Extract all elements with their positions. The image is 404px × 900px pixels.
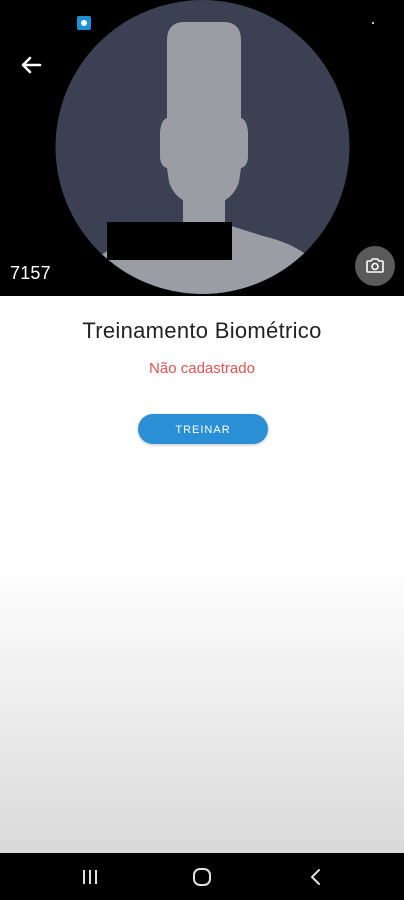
recents-icon <box>83 870 97 884</box>
back-button[interactable] <box>14 48 48 82</box>
person-silhouette-icon <box>55 0 350 294</box>
user-id-label: 7157 <box>10 263 51 283</box>
status-dot-icon <box>372 22 374 24</box>
home-icon <box>193 868 211 886</box>
profile-header: 7157 <box>0 0 404 296</box>
page-title: Treinamento Biométrico <box>82 318 322 343</box>
recents-button[interactable] <box>78 865 102 889</box>
avatar <box>55 0 350 296</box>
camera-button[interactable] <box>355 246 395 286</box>
chevron-left-icon <box>311 869 320 885</box>
status-text: Não cadastrado <box>149 360 255 377</box>
home-button[interactable] <box>190 865 214 889</box>
screen: 7157 Treinamento Biométrico Não cadastra… <box>0 0 404 900</box>
nav-back-button[interactable] <box>304 865 328 889</box>
arrow-left-icon <box>21 56 42 74</box>
system-nav-bar <box>0 853 404 900</box>
camera-icon <box>366 258 384 273</box>
train-button[interactable]: TREINAR <box>138 414 268 444</box>
